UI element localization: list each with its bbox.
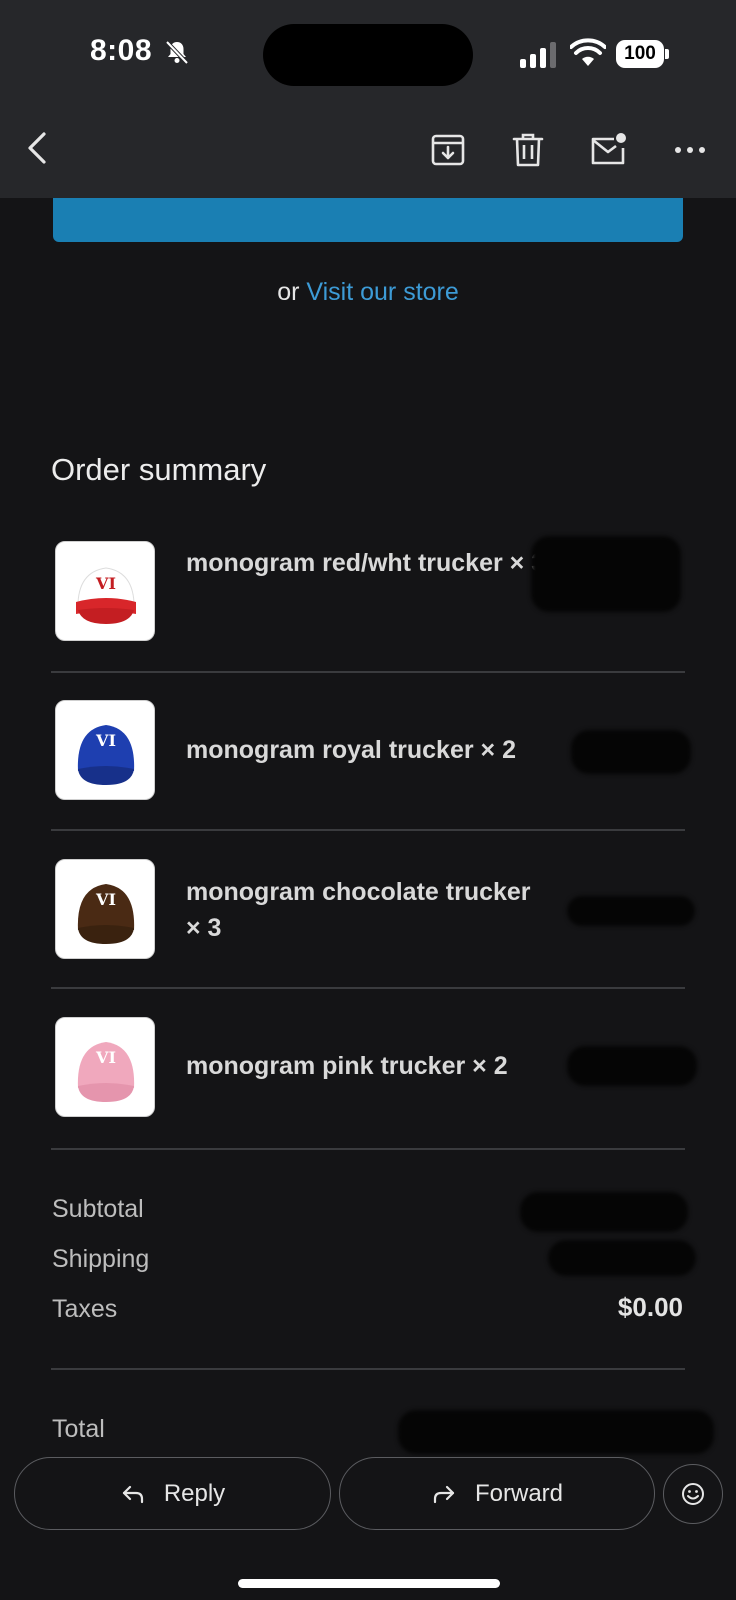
store-line: or Visit our store xyxy=(0,278,736,307)
reply-button[interactable]: Reply xyxy=(14,1457,331,1530)
item-divider xyxy=(51,829,685,831)
more-options-button[interactable] xyxy=(670,130,710,170)
item-divider xyxy=(51,1148,685,1150)
mark-unread-button[interactable] xyxy=(588,130,628,170)
redacted-price xyxy=(571,730,691,774)
shipping-label: Shipping xyxy=(52,1245,150,1273)
emoji-reaction-icon xyxy=(682,1483,704,1505)
totals-divider xyxy=(51,1368,685,1370)
delete-button[interactable] xyxy=(508,130,548,170)
order-item: VI monogram red/wht trucker × 3 xyxy=(51,520,685,678)
battery-cap xyxy=(665,49,669,59)
trucker-cap-image: VI xyxy=(77,1042,135,1102)
product-image: VI xyxy=(55,1017,155,1117)
svg-text:VI: VI xyxy=(95,574,116,593)
archive-icon xyxy=(431,134,465,166)
reply-label: Reply xyxy=(163,1479,226,1507)
dynamic-island xyxy=(263,24,473,86)
trash-icon xyxy=(512,133,544,167)
battery-indicator: 100 xyxy=(616,40,669,68)
email-screen: 8:08 100 or Visit our store Order summar… xyxy=(0,0,736,1600)
mail-unread-icon xyxy=(591,133,626,165)
status-time: 8:08 xyxy=(90,34,153,67)
subtotal-label: Subtotal xyxy=(52,1195,144,1223)
svg-text:VI: VI xyxy=(95,1048,116,1067)
cellular-signal-icon xyxy=(520,42,560,68)
visit-store-link[interactable]: Visit our store xyxy=(306,278,458,306)
emoji-reaction-button[interactable] xyxy=(663,1464,723,1524)
battery-level: 100 xyxy=(616,40,664,68)
trucker-cap-image: VI xyxy=(77,884,135,944)
item-name: monogram chocolate trucker × 3 xyxy=(186,878,531,942)
taxes-label: Taxes xyxy=(52,1295,118,1323)
svg-text:VI: VI xyxy=(95,731,116,750)
taxes-value: $0.00 xyxy=(617,1292,683,1322)
more-horizontal-icon xyxy=(675,147,705,153)
redacted-price xyxy=(567,896,695,926)
top-app-bar: 8:08 100 xyxy=(0,0,736,198)
redacted-total xyxy=(398,1410,714,1454)
order-item: VI monogram chocolate trucker × 3 xyxy=(51,838,695,996)
trucker-cap-image: VI xyxy=(76,567,136,624)
order-summary-title: Order summary xyxy=(51,452,267,487)
redacted-subtotal xyxy=(520,1192,688,1232)
item-name: monogram royal trucker × 2 xyxy=(186,736,516,764)
product-image: VI xyxy=(55,541,155,641)
product-image: VI xyxy=(55,700,155,800)
trucker-cap-image: VI xyxy=(77,725,135,785)
total-label: Total xyxy=(52,1415,105,1443)
silent-mode-icon xyxy=(163,38,191,66)
chevron-left-icon xyxy=(28,132,46,164)
forward-button[interactable]: Forward xyxy=(339,1457,655,1530)
order-item: VI monogram royal trucker × 2 xyxy=(51,680,691,838)
item-name: monogram pink trucker × 2 xyxy=(186,1052,508,1080)
redacted-shipping xyxy=(548,1240,696,1276)
redacted-price xyxy=(531,536,681,612)
redacted-price xyxy=(567,1046,697,1086)
back-button[interactable] xyxy=(20,128,60,168)
reply-icon xyxy=(122,1485,143,1503)
order-item: VI monogram pink trucker × 2 xyxy=(51,996,697,1154)
svg-text:VI: VI xyxy=(95,890,116,909)
item-divider xyxy=(51,987,685,989)
item-divider xyxy=(51,671,685,673)
item-name: monogram red/wht trucker × 3 xyxy=(186,549,546,577)
wifi-icon xyxy=(569,38,607,68)
archive-button[interactable] xyxy=(428,130,468,170)
product-image: VI xyxy=(55,859,155,959)
store-prefix: or xyxy=(277,278,300,306)
forward-icon xyxy=(433,1485,455,1503)
forward-label: Forward xyxy=(474,1479,564,1507)
home-indicator[interactable] xyxy=(238,1579,500,1588)
